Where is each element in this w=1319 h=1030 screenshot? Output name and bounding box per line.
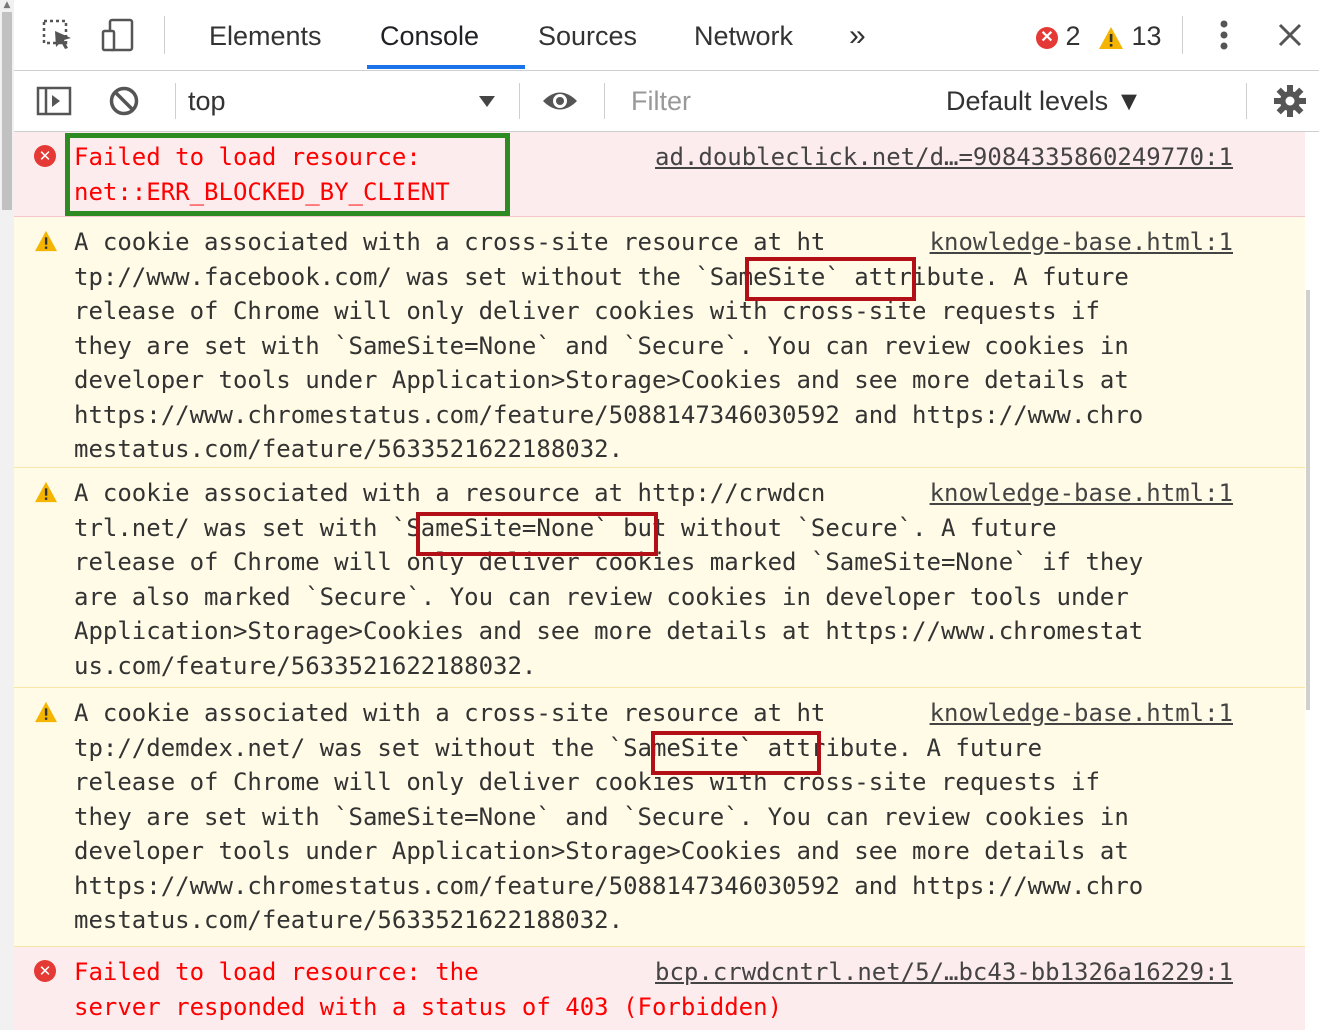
more-tabs-button[interactable]: » bbox=[849, 0, 866, 70]
left-scrollbar[interactable]: ▲ bbox=[0, 0, 14, 1030]
inspect-element-icon[interactable] bbox=[36, 0, 80, 70]
message-line: server responded with a status of 403 (F… bbox=[74, 992, 783, 1021]
console-message-warning: A cookie associated with a cross-site re… bbox=[14, 688, 1305, 947]
red-highlight-box bbox=[745, 257, 916, 301]
context-dropdown-icon[interactable] bbox=[472, 71, 502, 131]
tab-elements[interactable]: Elements bbox=[209, 0, 322, 70]
error-icon: ✕ bbox=[34, 145, 56, 167]
message-line: release of Chrome will only deliver cook… bbox=[74, 297, 1100, 325]
error-icon: ✕ bbox=[1036, 26, 1058, 49]
message-line: developer tools under Application>Storag… bbox=[74, 366, 1129, 394]
message-source-link[interactable]: knowledge-base.html:1 bbox=[930, 225, 1233, 260]
default-levels-dropdown[interactable]: Default levels ▼ bbox=[946, 71, 1142, 131]
message-line: mestatus.com/feature/5633521622188032. bbox=[74, 435, 624, 463]
message-source-link[interactable]: ad.doubleclick.net/d…=9084335860249770:1 bbox=[655, 140, 1233, 175]
red-highlight-box bbox=[416, 512, 658, 556]
scrollbar-thumb[interactable] bbox=[1306, 290, 1310, 710]
devtools-tabbar: Elements Console Sources Network » ✕ 2 1… bbox=[14, 0, 1319, 71]
close-icon[interactable] bbox=[1270, 0, 1310, 70]
scrollbar-thumb[interactable] bbox=[2, 12, 12, 210]
sidebar-toggle-icon[interactable] bbox=[34, 71, 74, 131]
error-icon: ✕ bbox=[34, 960, 56, 982]
warning-icon bbox=[35, 230, 57, 252]
warning-icon bbox=[35, 701, 57, 723]
live-expression-eye-icon[interactable] bbox=[538, 71, 582, 131]
message-source-link[interactable]: bcp.crwdcntrl.net/5/…bc43-bb1326a16229:1 bbox=[655, 955, 1233, 990]
device-toolbar-icon[interactable] bbox=[96, 0, 140, 70]
tab-console[interactable]: Console bbox=[380, 0, 479, 70]
message-line: A cookie associated with a cross-site re… bbox=[74, 699, 826, 727]
green-highlight-box bbox=[65, 133, 510, 216]
message-line: tp://demdex.net/ was set without the `Sa… bbox=[74, 733, 1043, 762]
console-messages: ✕ Failed to load resource: net::ERR_BLOC… bbox=[14, 132, 1305, 1030]
message-source-link[interactable]: knowledge-base.html:1 bbox=[930, 696, 1233, 731]
message-line: they are set with `SameSite=None` and `S… bbox=[74, 802, 1129, 831]
console-message-warning: A cookie associated with a cross-site re… bbox=[14, 217, 1305, 468]
message-line: release of Chrome will only deliver cook… bbox=[74, 768, 1100, 796]
warning-count: 13 bbox=[1131, 21, 1162, 51]
scroll-up-arrow-icon[interactable]: ▲ bbox=[2, 0, 12, 10]
message-line: Failed to load resource: the bbox=[74, 958, 479, 986]
active-tab-indicator bbox=[367, 65, 525, 69]
clear-console-icon[interactable] bbox=[102, 71, 146, 131]
message-line: tp://www.facebook.com/ was set without t… bbox=[74, 262, 1129, 291]
warning-counter[interactable]: 13 bbox=[1098, 0, 1162, 70]
red-highlight-box bbox=[651, 731, 821, 775]
warning-icon bbox=[1099, 26, 1123, 49]
message-line: https://www.chromestatus.com/feature/508… bbox=[74, 400, 1144, 429]
message-line: developer tools under Application>Storag… bbox=[74, 837, 1129, 865]
context-selector[interactable]: top bbox=[188, 71, 226, 131]
message-line: Application>Storage>Cookies and see more… bbox=[74, 617, 1144, 645]
message-line: are also marked `Secure`. You can review… bbox=[74, 582, 1129, 611]
message-line: https://www.chromestatus.com/feature/508… bbox=[74, 871, 1144, 900]
right-scrollbar[interactable] bbox=[1305, 132, 1319, 1030]
filter-input[interactable] bbox=[621, 78, 937, 124]
console-message-error: ✕ Failed to load resource: the server re… bbox=[14, 947, 1305, 1030]
tab-network[interactable]: Network bbox=[694, 0, 793, 70]
console-filterbar: top Default levels ▼ bbox=[14, 71, 1319, 132]
settings-gear-icon[interactable] bbox=[1269, 71, 1311, 131]
message-line: they are set with `SameSite=None` and `S… bbox=[74, 331, 1129, 360]
tab-sources[interactable]: Sources bbox=[538, 0, 637, 70]
message-line: A cookie associated with a resource at h… bbox=[74, 479, 826, 507]
console-message-warning: A cookie associated with a resource at h… bbox=[14, 468, 1305, 688]
error-count: 2 bbox=[1065, 21, 1081, 51]
message-source-link[interactable]: knowledge-base.html:1 bbox=[930, 476, 1233, 511]
message-line: us.com/feature/5633521622188032. bbox=[74, 651, 537, 680]
error-counter[interactable]: ✕ 2 bbox=[1036, 0, 1081, 70]
message-line: mestatus.com/feature/5633521622188032. bbox=[74, 906, 624, 934]
warning-icon bbox=[35, 481, 57, 503]
message-line: A cookie associated with a cross-site re… bbox=[74, 228, 826, 256]
kebab-menu-icon[interactable] bbox=[1206, 0, 1242, 70]
console-message-error: ✕ Failed to load resource: net::ERR_BLOC… bbox=[14, 132, 1305, 217]
